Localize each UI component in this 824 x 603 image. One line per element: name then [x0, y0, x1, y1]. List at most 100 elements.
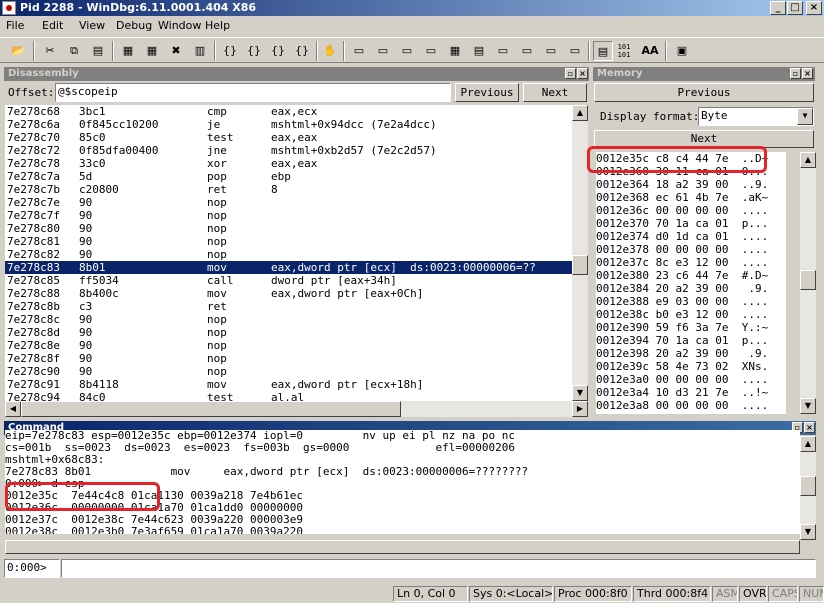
scroll-left-icon[interactable]: ◀ — [5, 401, 21, 417]
scroll-thumb[interactable] — [5, 540, 800, 554]
scroll-up-icon[interactable]: ▲ — [800, 436, 816, 452]
memory-row[interactable]: 0012e384 20 a2 39 00 .9. — [596, 282, 786, 295]
command-icon[interactable]: ▭ — [349, 41, 369, 61]
disassembly-row[interactable]: 7e278c7a 5d pop ebp — [5, 170, 587, 183]
scroll-down-icon[interactable]: ▼ — [800, 398, 816, 414]
command-hscrollbar[interactable] — [5, 540, 800, 554]
disassembly-row[interactable]: 7e278c94 84c0 test al,al — [5, 391, 587, 401]
run-to-cursor-icon[interactable]: {} — [292, 41, 312, 61]
scroll-thumb[interactable] — [21, 401, 401, 417]
disassembly-row[interactable]: 7e278c8b c3 ret — [5, 300, 587, 313]
disassembly-row[interactable]: 7e278c7b c20800 ret 8 — [5, 183, 587, 196]
watch-icon[interactable]: ▭ — [373, 41, 393, 61]
memory-row[interactable]: 0012e364 18 a2 39 00 ..9. — [596, 178, 786, 191]
disassembly-row[interactable]: 7e278c85 ff5034 call dword ptr [eax+34h] — [5, 274, 587, 287]
disassembly-list[interactable]: 7e278c68 3bc1 cmp eax,ecx 7e278c6a 0f845cc102… — [5, 105, 587, 401]
disassembly-next-button[interactable]: Next — [523, 83, 587, 102]
chevron-down-icon[interactable]: ▼ — [797, 108, 813, 125]
window-titlebar[interactable]: Pid 2288 - WinDbg:6.11.0001.404 X86 _ □ … — [0, 0, 824, 16]
go-icon[interactable]: ▦ — [118, 41, 138, 61]
memory-row[interactable]: 0012e37c 8c e3 12 00 .... — [596, 256, 786, 269]
disassembly-row[interactable]: 7e278c8e 90 nop — [5, 339, 587, 352]
scroll-down-icon[interactable]: ▼ — [572, 385, 588, 401]
scratchpad2-icon[interactable]: ▭ — [541, 41, 561, 61]
memory-list[interactable]: 0012e35c c8 c4 44 7e ..D~ 0012e360 30 11 … — [596, 152, 786, 414]
scroll-up-icon[interactable]: ▲ — [800, 152, 816, 168]
step-into-icon[interactable]: {} — [220, 41, 240, 61]
scroll-thumb[interactable] — [572, 255, 588, 275]
disassembly-scrollbar[interactable]: ▲ ▼ — [572, 105, 588, 401]
disassembly-row[interactable]: 7e278c80 90 nop — [5, 222, 587, 235]
memory-row[interactable]: 0012e3a4 10 d3 21 7e ..!~ — [596, 386, 786, 399]
menu-edit[interactable]: Edit — [42, 19, 63, 32]
menu-debug[interactable]: Debug — [116, 19, 152, 32]
memory-row[interactable]: 0012e374 d0 1d ca 01 .... — [596, 230, 786, 243]
hand-icon[interactable]: ✋ — [320, 41, 340, 61]
disassembly-row[interactable]: 7e278c6a 0f845cc10200 je mshtml+0x94dcc (7e… — [5, 118, 587, 131]
scroll-thumb[interactable] — [800, 270, 816, 290]
locals-icon[interactable]: ▭ — [397, 41, 417, 61]
memory-close-icon[interactable]: × — [802, 68, 813, 79]
close-button[interactable]: × — [806, 1, 822, 15]
disassembly-row[interactable]: 7e278c7e 90 nop — [5, 196, 587, 209]
memory-row[interactable]: 0012e3a8 00 00 00 00 .... — [596, 399, 786, 412]
scroll-up-icon[interactable]: ▲ — [572, 105, 588, 121]
memory-pane-title[interactable]: Memory ▫ × — [593, 67, 815, 81]
disassembly-row[interactable]: 7e278c7f 90 nop — [5, 209, 587, 222]
break-icon[interactable]: ▥ — [190, 41, 210, 61]
source-mode-icon[interactable]: ▤ — [593, 41, 613, 61]
stop-icon[interactable]: ✖ — [166, 41, 186, 61]
disassembly-row[interactable]: 7e278c8f 90 nop — [5, 352, 587, 365]
disassembly-row[interactable]: 7e278c81 90 nop — [5, 235, 587, 248]
offset-input[interactable]: @$scopeip — [55, 83, 451, 102]
memory-float-icon[interactable]: ▫ — [790, 68, 801, 79]
disassembly-float-icon[interactable]: ▫ — [565, 68, 576, 79]
memory-row[interactable]: 0012e368 ec 61 4b 7e .aK~ — [596, 191, 786, 204]
command-input[interactable] — [61, 559, 816, 578]
memory-row[interactable]: 0012e3a0 00 00 00 00 .... — [596, 373, 786, 386]
menu-file[interactable]: File — [6, 19, 24, 32]
memory-row[interactable]: 0012e398 20 a2 39 00 .9. — [596, 347, 786, 360]
disassembly-close-icon[interactable]: × — [577, 68, 588, 79]
disassembly-row[interactable]: 7e278c83 8b01 mov eax,dword ptr [ecx] ds:00… — [5, 261, 587, 274]
hex-icon[interactable]: 101 101 — [614, 41, 634, 61]
menu-help[interactable]: Help — [205, 19, 230, 32]
memory-row[interactable]: 0012e390 59 f6 3a 7e Y.:~ — [596, 321, 786, 334]
step-over-icon[interactable]: {} — [244, 41, 264, 61]
disassembly-row[interactable]: 7e278c78 33c0 xor eax,eax — [5, 157, 587, 170]
disassembly-row[interactable]: 7e278c68 3bc1 cmp eax,ecx — [5, 105, 587, 118]
maximize-button[interactable]: □ — [787, 1, 803, 15]
disassembly-hscrollbar[interactable]: ◀ ▶ — [5, 401, 588, 417]
memory-row[interactable]: 0012e36c 00 00 00 00 .... — [596, 204, 786, 217]
memory-row[interactable]: 0012e388 e9 03 00 00 .... — [596, 295, 786, 308]
disassembly-row[interactable]: 7e278c72 0f85dfa00400 jne mshtml+0xb2d57 (7… — [5, 144, 587, 157]
scroll-thumb[interactable] — [800, 476, 816, 496]
memory-row[interactable]: 0012e370 70 1a ca 01 p... — [596, 217, 786, 230]
minimize-button[interactable]: _ — [770, 1, 786, 15]
disassembly-row[interactable]: 7e278c70 85c0 test eax,eax — [5, 131, 587, 144]
command-scrollbar[interactable]: ▲ ▼ — [800, 436, 816, 540]
open-icon[interactable]: 📂 — [8, 41, 28, 61]
paste-icon[interactable]: ▤ — [88, 41, 108, 61]
memory-scrollbar[interactable]: ▲ ▼ — [800, 152, 816, 414]
disassembly-icon[interactable]: ▭ — [493, 41, 513, 61]
font-icon[interactable]: AA — [640, 41, 660, 61]
disassembly-pane-title[interactable]: Disassembly ▫ × — [4, 67, 589, 81]
disassembly-row[interactable]: 7e278c8c 90 nop — [5, 313, 587, 326]
disassembly-row[interactable]: 7e278c8d 90 nop — [5, 326, 587, 339]
disassembly-row[interactable]: 7e278c88 8b400c mov eax,dword ptr [eax+0Ch] — [5, 287, 587, 300]
disassembly-row[interactable]: 7e278c91 8b4118 mov eax,dword ptr [ecx+18h] — [5, 378, 587, 391]
memory-row[interactable]: 0012e38c b0 e3 12 00 .... — [596, 308, 786, 321]
scratchpad-icon[interactable]: ▭ — [517, 41, 537, 61]
disassembly-row[interactable]: 7e278c90 90 nop — [5, 365, 587, 378]
display-format-select[interactable]: Byte ▼ — [698, 107, 814, 126]
step-out-icon[interactable]: {} — [268, 41, 288, 61]
registers-icon[interactable]: ▭ — [421, 41, 441, 61]
memory-row[interactable]: 0012e378 00 00 00 00 .... — [596, 243, 786, 256]
menu-view[interactable]: View — [79, 19, 105, 32]
menu-window[interactable]: Window — [158, 19, 201, 32]
scratchpad3-icon[interactable]: ▭ — [565, 41, 585, 61]
restart-icon[interactable]: ▦ — [142, 41, 162, 61]
disassembly-previous-button[interactable]: Previous — [455, 83, 519, 102]
copy-icon[interactable]: ⧉ — [64, 41, 84, 61]
